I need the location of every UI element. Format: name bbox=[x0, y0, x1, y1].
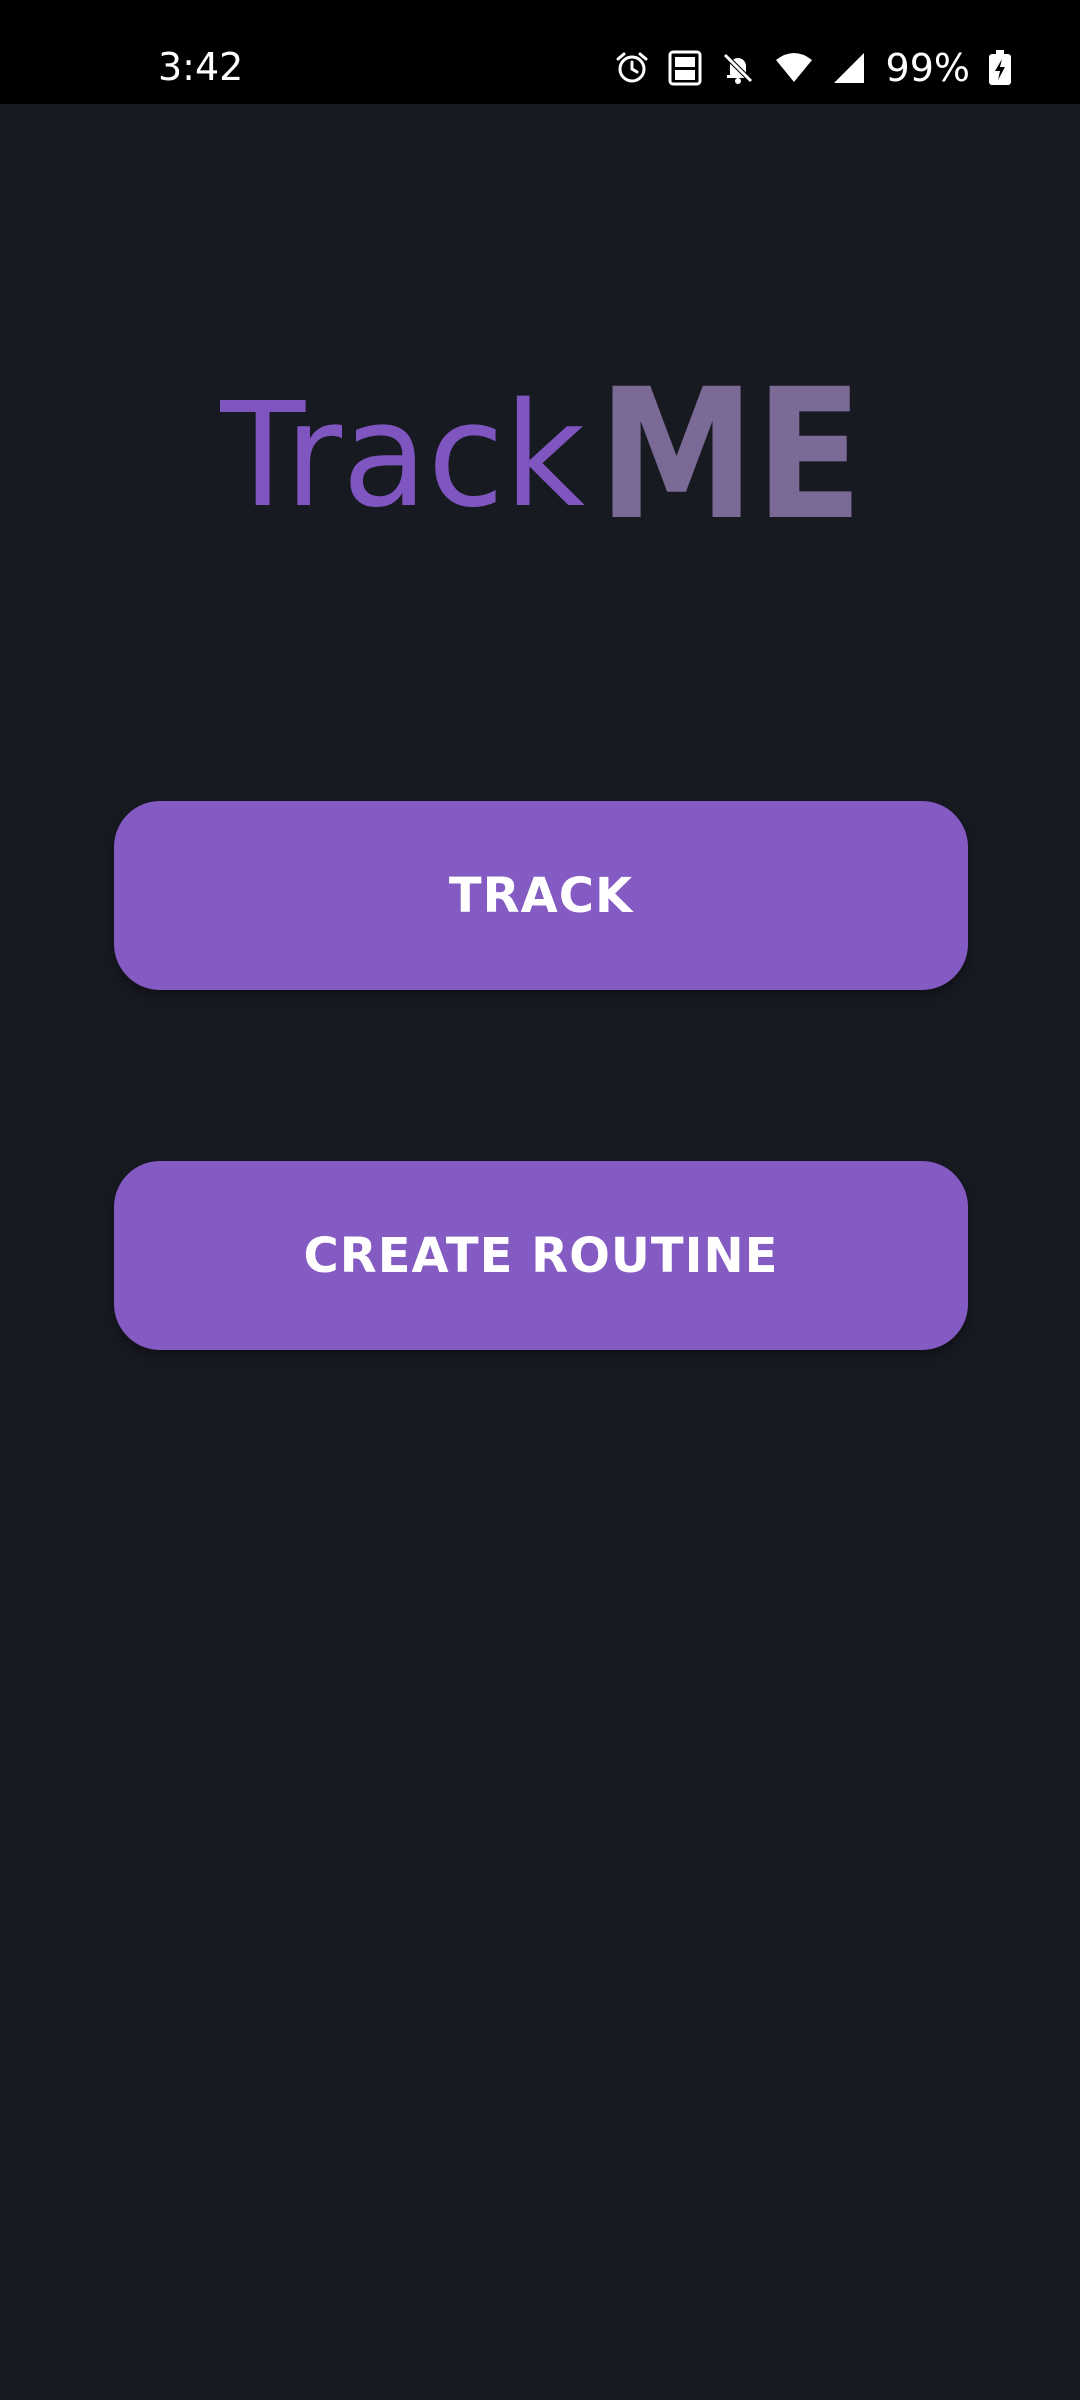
volte-icon bbox=[668, 50, 702, 86]
battery-charging-icon bbox=[988, 50, 1012, 86]
app-logo: Track ME bbox=[220, 369, 863, 529]
status-time: 3:42 bbox=[158, 45, 244, 89]
main-screen: Track ME TRACK CREATE ROUTINE bbox=[0, 104, 1080, 2400]
track-button[interactable]: TRACK bbox=[114, 801, 968, 990]
track-button-label: TRACK bbox=[448, 867, 634, 924]
create-routine-button[interactable]: CREATE ROUTINE bbox=[114, 1161, 968, 1350]
battery-percent: 99% bbox=[885, 46, 970, 90]
signal-icon bbox=[832, 50, 866, 86]
logo-text-track: Track bbox=[220, 371, 585, 529]
logo-text-me: ME bbox=[598, 369, 863, 529]
status-bar: 3:42 99% bbox=[0, 0, 1080, 104]
bell-off-icon bbox=[720, 50, 756, 86]
status-icons: 99% bbox=[614, 44, 1012, 92]
alarm-icon bbox=[614, 50, 650, 86]
create-routine-button-label: CREATE ROUTINE bbox=[303, 1227, 779, 1284]
wifi-icon bbox=[774, 50, 814, 86]
